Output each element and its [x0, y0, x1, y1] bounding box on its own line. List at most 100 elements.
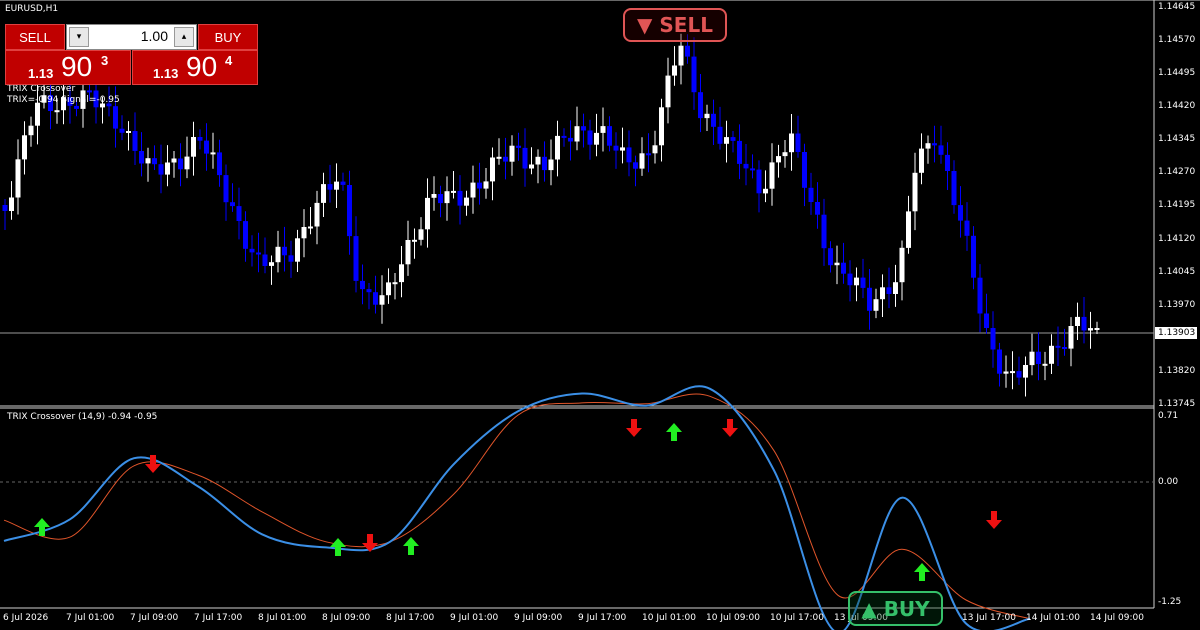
candle-body [171, 158, 177, 163]
candle-body [54, 110, 60, 113]
candle-body [841, 262, 846, 274]
candle-body [691, 56, 697, 93]
candle-body [262, 254, 268, 266]
up-arrow-icon [330, 538, 346, 556]
indicator-overlay-title: TRIX Crossover [7, 84, 76, 94]
candle-body [483, 181, 489, 189]
candle-body [386, 282, 391, 296]
candle-body [191, 137, 196, 157]
indicator-axis-label: -1.25 [1158, 597, 1182, 607]
plus-icon[interactable]: ▴ [174, 27, 194, 47]
candle-body [256, 252, 261, 255]
time-axis-label: 7 Jul 09:00 [130, 613, 179, 623]
candle-body [74, 105, 79, 109]
minus-icon[interactable]: ▾ [69, 27, 89, 47]
candle-body [282, 246, 287, 256]
indicator-axis-label: 0.00 [1158, 477, 1179, 487]
candle-body [594, 132, 599, 145]
candle-body [984, 313, 989, 328]
sell-signal-badge: ▼ SELL [623, 8, 727, 42]
down-arrow-icon [626, 419, 642, 437]
candle-body [743, 163, 749, 169]
candle-body [412, 239, 417, 242]
candle-body [321, 184, 326, 203]
candle-body [145, 158, 151, 164]
candle-body [132, 131, 138, 151]
candle-body [431, 194, 437, 198]
candle-body [678, 45, 684, 66]
candle-body [1003, 371, 1009, 374]
chart-area[interactable] [0, 0, 1200, 630]
candle-body [535, 156, 541, 165]
candle-body [503, 156, 508, 162]
candle-body [919, 148, 924, 173]
candle-body [1062, 347, 1067, 349]
price-axis-label: 1.14420 [1158, 101, 1196, 111]
candle-body [457, 190, 463, 206]
candle-body [522, 147, 528, 169]
candle-body [633, 162, 638, 169]
price-axis-label: 1.14495 [1158, 68, 1196, 78]
candle-body [308, 226, 313, 229]
time-axis-label: 8 Jul 09:00 [322, 613, 371, 623]
candle-body [1049, 345, 1054, 364]
candle-body [295, 238, 300, 262]
candle-body [470, 182, 476, 198]
price-axis-label: 1.14120 [1158, 234, 1196, 244]
candle-body [932, 143, 937, 146]
candle-body [301, 227, 307, 239]
candle-body [418, 229, 424, 240]
candle-body [717, 126, 723, 144]
sell-price-quote[interactable]: 1.13 90 3 [5, 50, 131, 85]
candle-body [139, 151, 144, 164]
candle-body [607, 126, 612, 146]
candle-body [197, 137, 203, 141]
candle-body [938, 145, 944, 155]
lot-size-value[interactable]: 1.00 [141, 28, 168, 44]
candle-body [1010, 371, 1015, 374]
candle-body [360, 280, 365, 290]
candle-body [1036, 351, 1041, 364]
candle-body [353, 236, 359, 281]
time-axis-label: 9 Jul 01:00 [450, 613, 499, 623]
time-axis-label: 10 Jul 09:00 [706, 613, 760, 623]
candle-body [249, 248, 255, 253]
candle-body [873, 299, 879, 311]
candle-body [204, 140, 209, 154]
candle-body [730, 137, 736, 141]
candle-body [1016, 371, 1022, 378]
candle-body [782, 152, 788, 157]
candle-body [425, 197, 430, 230]
sell-button[interactable]: SELL [5, 24, 65, 50]
buy-signal-badge: ▲ BUY [848, 591, 943, 626]
candle-body [652, 145, 658, 154]
candle-body [828, 248, 833, 266]
price-axis-label: 1.13820 [1158, 366, 1196, 376]
candle-body [1042, 363, 1048, 366]
candle-body [15, 159, 21, 198]
up-arrow-icon [666, 423, 682, 441]
candle-body [808, 187, 814, 202]
candle-body [997, 349, 1002, 374]
candle-body [698, 92, 703, 119]
candle-body [769, 162, 775, 189]
candle-body [958, 205, 963, 221]
buy-button[interactable]: BUY [198, 24, 258, 50]
buy-price-prefix: 1.13 [153, 66, 179, 81]
candle-body [893, 282, 898, 294]
price-axis-label: 1.14345 [1158, 134, 1196, 144]
candle-body [438, 194, 443, 204]
buy-price-quote[interactable]: 1.13 90 4 [132, 50, 258, 85]
candle-body [184, 156, 190, 170]
sell-price-fraction: 3 [101, 53, 109, 68]
lot-size-field[interactable]: ▾ 1.00 ▴ [66, 24, 197, 50]
price-axis-label: 1.14645 [1158, 2, 1196, 12]
candle-body [496, 156, 502, 159]
candle-body [613, 145, 619, 151]
candle-body [223, 175, 229, 203]
signal-line [3, 393, 1031, 620]
candle-body [867, 287, 872, 311]
chart-symbol-title: EURUSD,H1 [5, 4, 59, 14]
time-axis-label: 9 Jul 17:00 [578, 613, 627, 623]
candle-body [880, 287, 885, 300]
